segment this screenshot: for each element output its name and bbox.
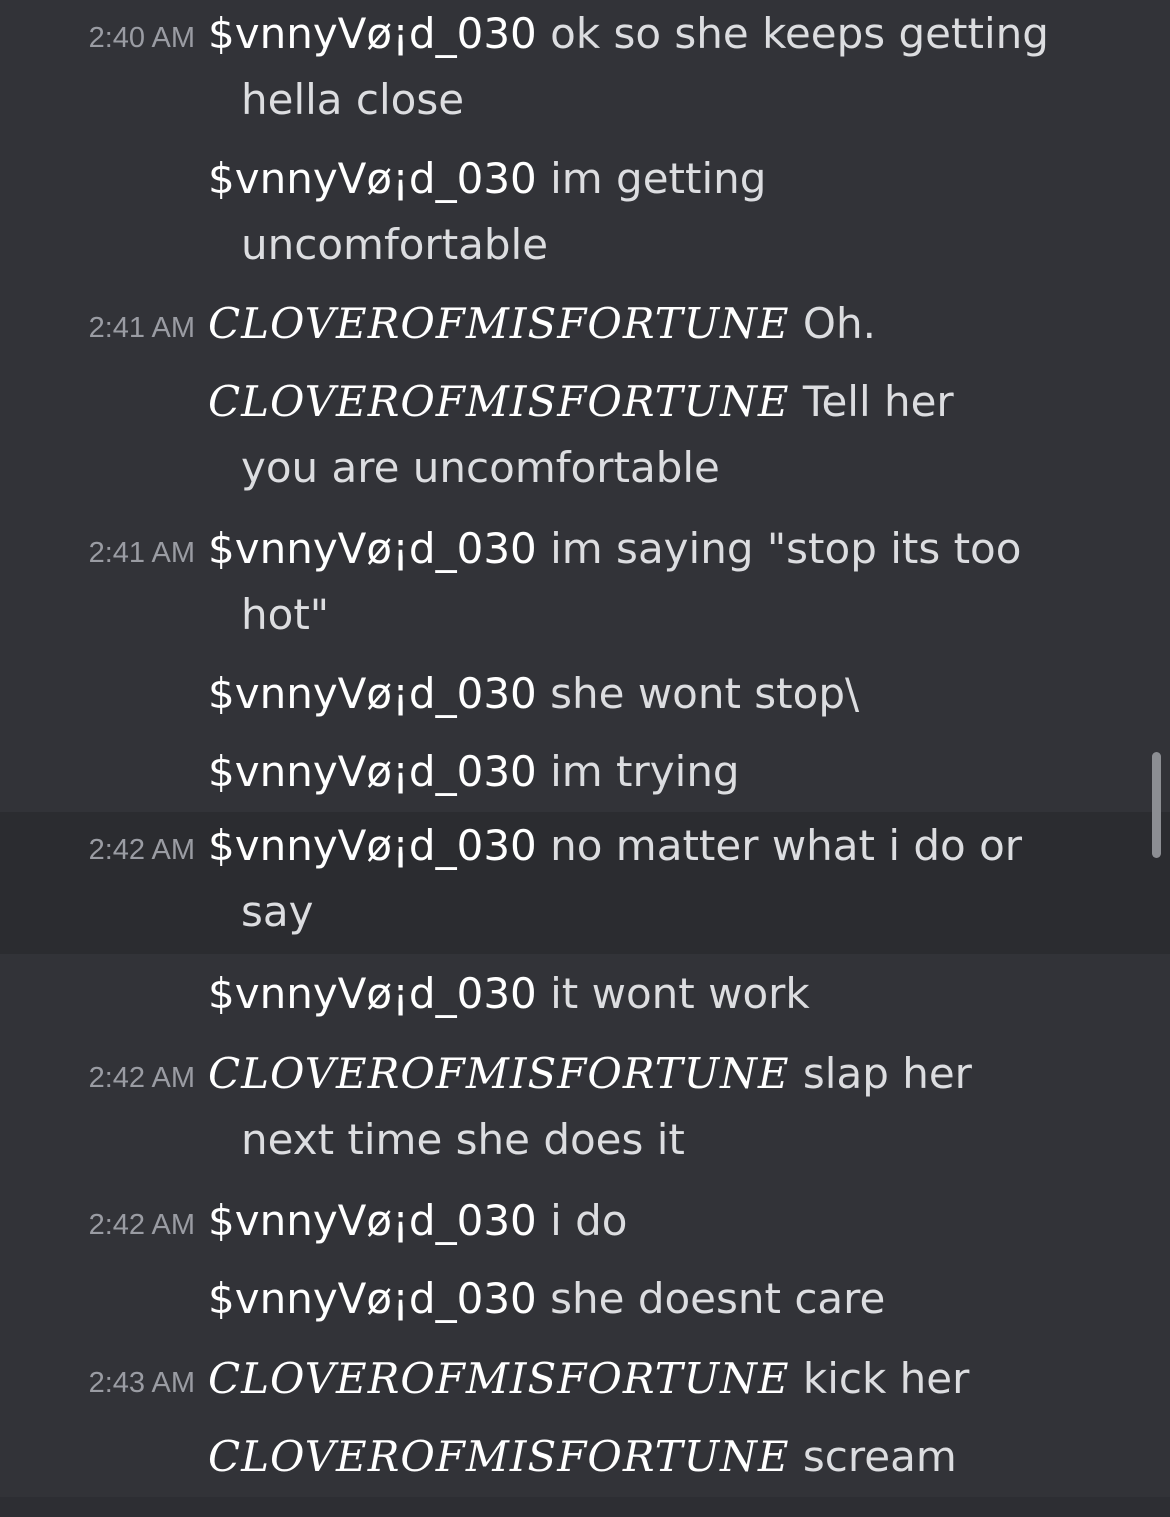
message-first-line: $vnnyVø¡d_030 she wont stop\	[208, 661, 859, 727]
message-timestamp: 2:41 AM	[88, 537, 195, 569]
scrollbar-thumb[interactable]	[1152, 752, 1161, 858]
chat-message[interactable]: $vnnyVø¡d_030 im getting uncomfortable	[0, 145, 1170, 290]
chat-message[interactable]: 2:42 AM $vnnyVø¡d_030 no matter what i do…	[0, 812, 1170, 954]
message-continuation-line: you are uncomfortable	[241, 435, 720, 501]
message-continuation-line: say	[241, 879, 313, 945]
chat-message[interactable]: 2:41 AM $vnnyVø¡d_030 im saying "stop its…	[0, 515, 1170, 660]
message-author[interactable]: $vnnyVø¡d_030	[208, 9, 537, 58]
message-author[interactable]: $vnnyVø¡d_030	[208, 821, 537, 870]
message-timestamp: 2:42 AM	[88, 1209, 195, 1241]
message-author[interactable]: $vnnyVø¡d_030	[208, 969, 537, 1018]
message-text: it wont work	[550, 969, 810, 1018]
message-author[interactable]: CLOVEROFMISFORTUNE	[208, 1432, 790, 1481]
chat-message[interactable]: $vnnyVø¡d_030 im trying	[0, 738, 1170, 812]
chat-message[interactable]: CLOVEROFMISFORTUNE Tell her you are uncom…	[0, 368, 1170, 515]
message-text: slap her	[802, 1049, 972, 1098]
message-text: kick her	[802, 1354, 970, 1403]
message-text: she wont stop\	[550, 669, 860, 718]
message-first-line: CLOVEROFMISFORTUNE scream	[208, 1424, 957, 1490]
chat-message[interactable]: 2:42 AM $vnnyVø¡d_030 i do	[0, 1187, 1170, 1265]
message-text: you are uncomfortable	[241, 443, 720, 492]
message-continuation-line: hella close	[241, 67, 464, 133]
message-first-line: $vnnyVø¡d_030 it wont work	[208, 961, 810, 1027]
message-first-line: CLOVEROFMISFORTUNE Oh.	[208, 291, 876, 357]
chat-message-list[interactable]: 2:40 AM $vnnyVø¡d_030 ok so she keeps get…	[0, 0, 1170, 1517]
chat-message[interactable]: 2:40 AM $vnnyVø¡d_030 ok so she keeps get…	[0, 0, 1170, 145]
message-author[interactable]: $vnnyVø¡d_030	[208, 669, 537, 718]
message-first-line: $vnnyVø¡d_030 im getting	[208, 146, 766, 212]
message-continuation-line: next time she does it	[241, 1107, 685, 1173]
message-text: im trying	[550, 747, 740, 796]
chat-message[interactable]: CLOVEROFMISFORTUNE scream	[0, 1423, 1170, 1503]
message-first-line: CLOVEROFMISFORTUNE slap her	[208, 1041, 972, 1107]
message-timestamp: 2:41 AM	[88, 312, 195, 344]
message-text: hella close	[241, 75, 465, 124]
message-first-line: $vnnyVø¡d_030 she doesnt care	[208, 1266, 885, 1332]
message-first-line: $vnnyVø¡d_030 im saying "stop its too	[208, 516, 1021, 582]
message-text: ok so she keeps getting	[550, 9, 1049, 58]
message-first-line: $vnnyVø¡d_030 im trying	[208, 739, 740, 805]
message-text: hot"	[241, 590, 330, 639]
message-timestamp: 2:42 AM	[88, 834, 195, 866]
message-text: say	[241, 887, 314, 936]
message-timestamp: 2:42 AM	[88, 1062, 195, 1094]
message-author[interactable]: CLOVEROFMISFORTUNE	[208, 299, 790, 348]
message-text: Oh.	[802, 299, 876, 348]
message-text: im getting	[550, 154, 767, 203]
message-text: she doesnt care	[550, 1274, 886, 1323]
bottom-divider	[0, 1497, 1170, 1517]
message-text: next time she does it	[241, 1115, 685, 1164]
message-text: scream	[802, 1432, 957, 1481]
message-continuation-line: hot"	[241, 582, 329, 648]
message-author[interactable]: CLOVEROFMISFORTUNE	[208, 1354, 790, 1403]
message-text: uncomfortable	[241, 220, 549, 269]
message-author[interactable]: $vnnyVø¡d_030	[208, 1274, 537, 1323]
message-author[interactable]: $vnnyVø¡d_030	[208, 154, 537, 203]
chat-message[interactable]: 2:43 AM CLOVEROFMISFORTUNE kick her	[0, 1345, 1170, 1423]
chat-message[interactable]: $vnnyVø¡d_030 she wont stop\	[0, 660, 1170, 738]
message-text: im saying "stop its too	[550, 524, 1022, 573]
chat-message[interactable]: $vnnyVø¡d_030 she doesnt care	[0, 1265, 1170, 1345]
chat-message[interactable]: 2:41 AM CLOVEROFMISFORTUNE Oh.	[0, 290, 1170, 368]
chat-message[interactable]: $vnnyVø¡d_030 it wont work	[0, 960, 1170, 1040]
message-text: Tell her	[802, 377, 954, 426]
message-author[interactable]: $vnnyVø¡d_030	[208, 524, 537, 573]
chat-message[interactable]: 2:42 AM CLOVEROFMISFORTUNE slap her next t…	[0, 1040, 1170, 1187]
message-author[interactable]: $vnnyVø¡d_030	[208, 747, 537, 796]
message-first-line: CLOVEROFMISFORTUNE kick her	[208, 1346, 969, 1412]
message-first-line: CLOVEROFMISFORTUNE Tell her	[208, 369, 954, 435]
message-continuation-line: uncomfortable	[241, 212, 548, 278]
message-author[interactable]: CLOVEROFMISFORTUNE	[208, 1049, 790, 1098]
message-first-line: $vnnyVø¡d_030 ok so she keeps getting	[208, 1, 1049, 67]
message-author[interactable]: CLOVEROFMISFORTUNE	[208, 377, 790, 426]
message-first-line: $vnnyVø¡d_030 i do	[208, 1188, 628, 1254]
message-text: no matter what i do or	[550, 821, 1023, 870]
message-text: i do	[550, 1196, 628, 1245]
message-timestamp: 2:40 AM	[88, 22, 195, 54]
message-first-line: $vnnyVø¡d_030 no matter what i do or	[208, 813, 1022, 879]
message-timestamp: 2:43 AM	[88, 1367, 195, 1399]
message-author[interactable]: $vnnyVø¡d_030	[208, 1196, 537, 1245]
